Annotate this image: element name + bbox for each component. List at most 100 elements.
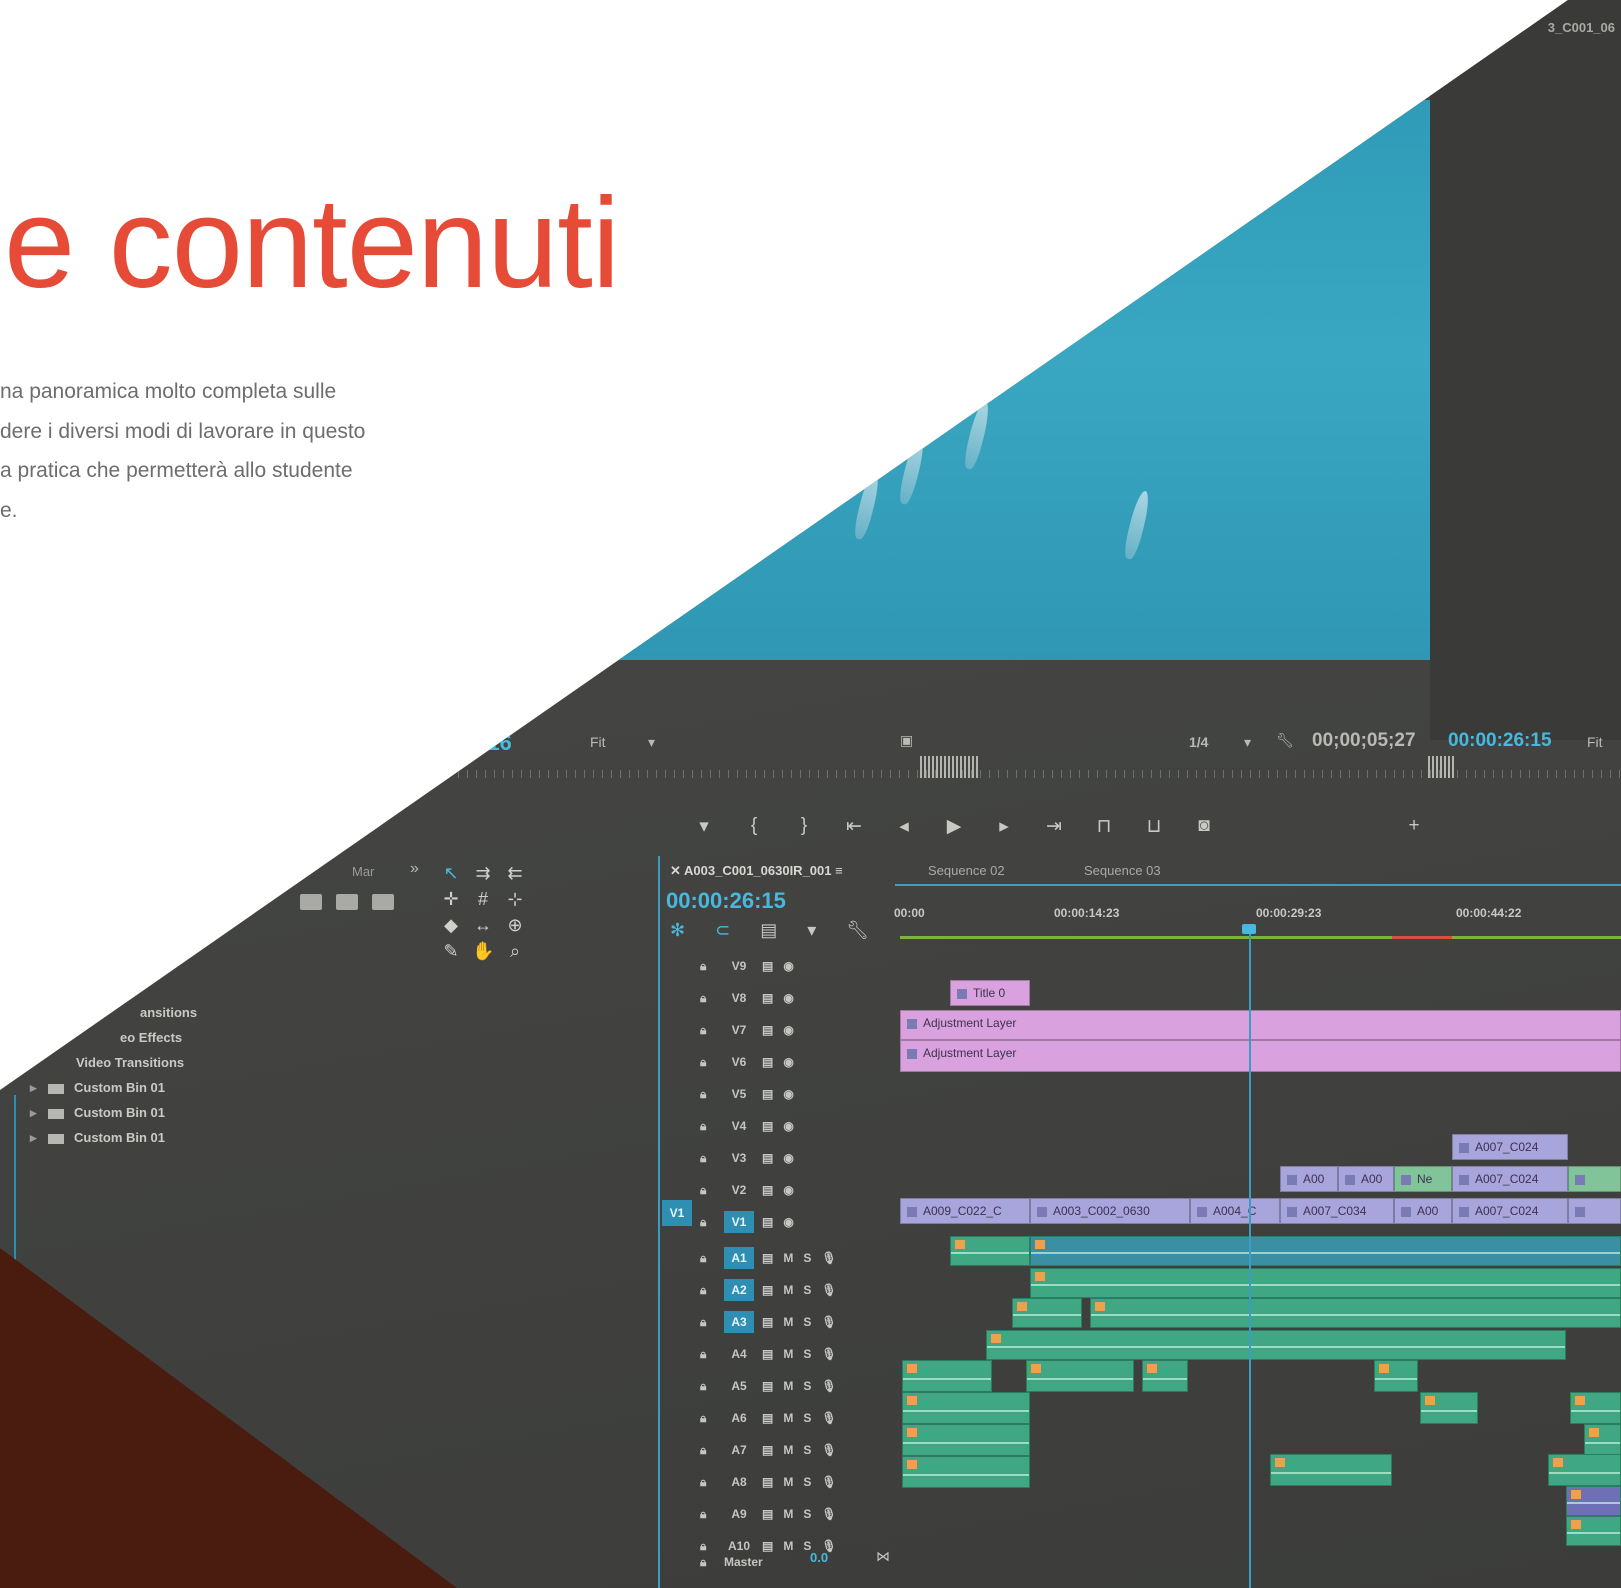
add-marker-icon[interactable]: ▾ [807,920,816,941]
audio-clip[interactable] [1030,1268,1621,1298]
track-target[interactable]: A1 [724,1247,754,1269]
track-target[interactable]: V6 [724,1051,754,1073]
sync-lock-icon[interactable]: ▤ [762,1055,773,1069]
audio-clip[interactable] [1374,1360,1418,1392]
source-timecode[interactable]: ;16 [480,730,512,756]
tab-sequence-03[interactable]: Sequence 03 [1084,856,1161,886]
track-select-back-icon[interactable]: ⇇ [504,863,526,884]
mute-button[interactable]: M [783,1315,793,1329]
linked-selection-icon[interactable]: ⊂ [715,920,730,941]
eye-icon[interactable]: ◉ [783,1119,793,1133]
sync-lock-icon[interactable]: ▤ [762,991,773,1005]
audio-clip[interactable] [950,1236,1030,1266]
audio-clip[interactable] [902,1456,1030,1488]
audio-clip[interactable] [986,1330,1566,1360]
audio-clip[interactable] [1030,1236,1621,1266]
lock-icon[interactable]: 🔒︎ [700,1119,716,1133]
hand-tool-icon[interactable]: ✋ [472,941,494,962]
sync-lock-icon[interactable]: ▤ [762,1315,773,1329]
zoom-tool-icon[interactable]: ⌕ [504,941,526,962]
mic-icon[interactable]: 🎙︎ [821,1379,836,1393]
solo-button[interactable]: S [803,1283,811,1297]
track-target[interactable]: V8 [724,987,754,1009]
clip-video[interactable]: Ne [1394,1166,1452,1192]
clip-video[interactable]: A007_C024 [1452,1166,1568,1192]
delete-icon[interactable] [372,894,394,910]
track-target[interactable]: A9 [724,1503,754,1525]
list-item[interactable]: eo Effects [30,1025,197,1050]
sync-lock-icon[interactable]: ▤ [762,1539,773,1553]
program-fit-select[interactable]: Fit [1587,734,1603,750]
lift-icon[interactable]: ⊓ [1090,815,1118,838]
insert-icon[interactable]: ▤ [760,920,777,941]
source-fit-select[interactable]: Fit [590,734,606,750]
wrench-icon[interactable]: 🔧︎ [1276,732,1294,749]
mic-icon[interactable]: 🎙︎ [821,1251,836,1265]
solo-button[interactable]: S [803,1251,811,1265]
sync-lock-icon[interactable]: ▤ [762,1411,773,1425]
list-item[interactable]: ▸ Custom Bin 01 [30,1075,197,1100]
clip-adjustment-layer[interactable]: Adjustment Layer [900,1010,1621,1040]
list-item[interactable]: Video Transitions [30,1050,197,1075]
track-target[interactable]: A8 [724,1471,754,1493]
mute-button[interactable]: M [783,1251,793,1265]
solo-button[interactable]: S [803,1507,811,1521]
sync-lock-icon[interactable]: ▤ [762,959,773,973]
mute-button[interactable]: M [783,1347,793,1361]
new-bin-icon[interactable] [300,894,322,910]
audio-clip[interactable] [1566,1486,1621,1516]
solo-button[interactable]: S [803,1347,811,1361]
rate-stretch-tool-icon[interactable]: ⊹ [504,889,526,910]
audio-clip[interactable] [1570,1392,1621,1424]
eye-icon[interactable]: ◉ [783,1055,793,1069]
solo-button[interactable]: S [803,1443,811,1457]
export-frame-icon[interactable]: ▣ [900,732,913,749]
mute-button[interactable]: M [783,1539,793,1553]
source-patch-v1[interactable]: V1 [662,1200,692,1226]
lock-icon[interactable]: 🔒︎ [700,1151,716,1165]
sync-lock-icon[interactable]: ▤ [762,1023,773,1037]
tab-sequence-02[interactable]: Sequence 02 [928,856,1005,886]
clip-title[interactable]: Title 0 [950,980,1030,1006]
lock-icon[interactable]: 🔒︎ [700,959,716,973]
lock-icon[interactable]: 🔒︎ [700,1251,716,1265]
sync-lock-icon[interactable]: ▤ [762,1215,773,1229]
mic-icon[interactable]: 🎙︎ [821,1411,836,1425]
audio-clip[interactable] [1584,1424,1621,1456]
mute-button[interactable]: M [783,1475,793,1489]
more-tabs-icon[interactable]: » [410,860,419,878]
track-target[interactable]: A7 [724,1439,754,1461]
go-to-in-icon[interactable]: ⇤ [840,815,868,838]
solo-button[interactable]: S [803,1411,811,1425]
mark-out-icon[interactable]: } [790,815,818,837]
sync-lock-icon[interactable]: ▤ [762,1443,773,1457]
audio-clip[interactable] [1090,1298,1621,1328]
audio-clip[interactable] [1566,1516,1621,1546]
clip-video[interactable]: A00 [1280,1166,1338,1192]
clip-video[interactable]: A007_C024 [1452,1134,1568,1160]
mute-button[interactable]: M [783,1507,793,1521]
lock-icon[interactable]: 🔒︎ [700,1347,716,1361]
audio-clip[interactable] [1012,1298,1082,1328]
selection-tool-icon[interactable]: ↖ [440,863,462,884]
solo-button[interactable]: S [803,1315,811,1329]
sync-lock-icon[interactable]: ▤ [762,1283,773,1297]
track-target[interactable]: V3 [724,1147,754,1169]
playhead[interactable] [1249,926,1251,1588]
clip-video[interactable] [1568,1198,1621,1224]
mute-button[interactable]: M [783,1283,793,1297]
mic-icon[interactable]: 🎙︎ [821,1347,836,1361]
solo-button[interactable]: S [803,1379,811,1393]
eye-icon[interactable]: ◉ [783,1151,793,1165]
lock-icon[interactable]: 🔒︎ [700,1087,716,1101]
chevron-down-icon[interactable]: ▾ [1244,734,1251,751]
audio-clip[interactable] [1270,1454,1392,1486]
clip-video[interactable]: A00 [1338,1166,1394,1192]
track-target[interactable]: V5 [724,1083,754,1105]
go-to-out-icon[interactable]: ⇥ [1040,815,1068,838]
track-target[interactable]: A4 [724,1343,754,1365]
lock-icon[interactable]: 🔒︎ [700,1443,716,1457]
lock-icon[interactable]: 🔒︎ [700,1055,716,1069]
lock-icon[interactable]: 🔒︎ [700,1215,716,1229]
eye-icon[interactable]: ◉ [783,1215,793,1229]
